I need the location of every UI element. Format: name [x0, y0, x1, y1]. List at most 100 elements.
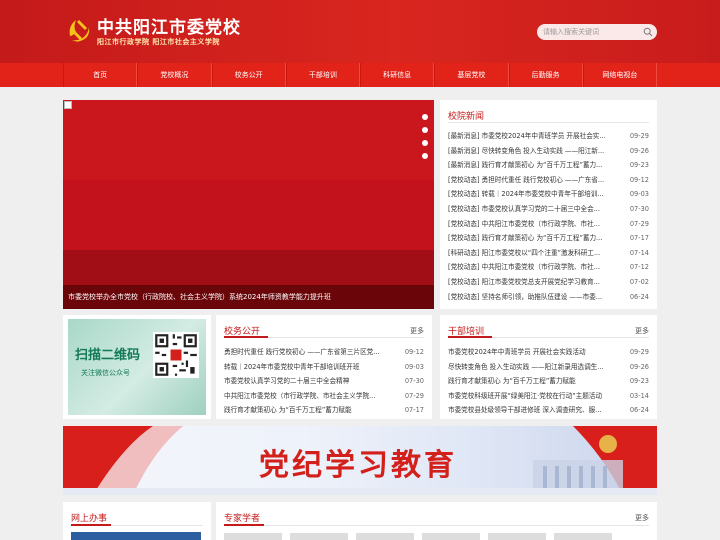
- training-item-title[interactable]: 市委党校科级班开展“绿美阳江·党校在行动”主题活动: [448, 389, 626, 404]
- nav-item-training[interactable]: 干部培训: [285, 63, 360, 87]
- nav-item-logistics[interactable]: 后勤服务: [508, 63, 583, 87]
- header: 中共阳江市委党校 阳江市行政学院 阳江市社会主义学院: [0, 0, 720, 63]
- list-item[interactable]: 市委党校县处级领导干部进修班 深入调查研究、服... 06-24: [448, 403, 649, 418]
- news-item-title[interactable]: [党校动态] 市委党校认真学习党的二十届三中全会...: [448, 202, 626, 217]
- list-item[interactable]: 践行育才献策初心 为“百千万工程”蓄力赋能 07-17: [224, 403, 424, 418]
- training-item-title[interactable]: 市委党校2024年中青班学员 开展社会实践活动: [448, 345, 626, 360]
- list-item[interactable]: [党校动态] 市委党校认真学习党的二十届三中全会... 07-30: [448, 202, 649, 217]
- search-icon[interactable]: [643, 27, 653, 37]
- list-item[interactable]: [党校动态] 中共阳江市委党校（市行政学院、市社... 07-12: [448, 260, 649, 275]
- expert-photo[interactable]: [224, 533, 282, 540]
- party-emblem-icon[interactable]: [62, 14, 94, 46]
- experts-panel: 专家学者 更多: [216, 502, 657, 540]
- list-item[interactable]: 中共阳江市委党校（市行政学院、市社会主义学院... 07-29: [224, 389, 424, 404]
- news-item-date: 07-12: [629, 263, 649, 272]
- news-item-title[interactable]: [党校动态] 勇担时代重任 践行党校初心 ——广东省...: [448, 173, 626, 188]
- news-list: [最新消息] 市委党校2024年中青班学员 开展社会实... 09-29 [最新消…: [448, 129, 649, 304]
- list-item[interactable]: [党校动态] 中共阳江市委党校（市行政学院、市社... 07-29: [448, 217, 649, 232]
- list-item[interactable]: 市委党校2024年中青班学员 开展社会实践活动 09-29: [448, 345, 649, 360]
- news-panel-title[interactable]: 校院新闻: [448, 109, 484, 122]
- divider: [224, 525, 649, 526]
- list-item[interactable]: 市委党校认真学习党的二十届三中全会精神 07-30: [224, 374, 424, 389]
- slider-dot[interactable]: [422, 127, 428, 133]
- site-subtitle: 阳江市行政学院 阳江市社会主义学院: [97, 38, 220, 46]
- news-slider[interactable]: 市委党校举办全市党校（行政院校、社会主义学院）系统2024年师资教学能力提升班: [63, 100, 434, 309]
- expert-photo[interactable]: [290, 533, 348, 540]
- broken-image-icon: [64, 101, 72, 109]
- nav-item-grassroots[interactable]: 基层党校: [434, 63, 509, 87]
- affairs-item-date: 09-12: [404, 348, 424, 356]
- affairs-item-title[interactable]: 勇担时代重任 践行党校初心 ——广东省第三片区党...: [224, 345, 401, 360]
- slider-dots: [422, 114, 430, 166]
- affairs-item-title[interactable]: 践行育才献策初心 为“百千万工程”蓄力赋能: [224, 403, 401, 418]
- news-item-title[interactable]: [党校动态] 坚持名师引领，助推队伍建设 ——市委...: [448, 290, 626, 305]
- slider-dot[interactable]: [422, 140, 428, 146]
- slider-caption[interactable]: 市委党校举办全市党校（行政院校、社会主义学院）系统2024年师资教学能力提升班: [68, 292, 331, 302]
- affairs-item-date: 07-29: [404, 391, 424, 400]
- expert-photo[interactable]: [554, 533, 612, 540]
- nav-item-tv[interactable]: 网络电视台: [582, 63, 657, 87]
- party-discipline-banner[interactable]: 党纪学习教育: [63, 426, 657, 495]
- training-item-title[interactable]: 市委党校县处级领导干部进修班 深入调查研究、服...: [448, 403, 626, 418]
- news-item-date: 07-17: [629, 234, 649, 243]
- list-item[interactable]: 市委党校科级班开展“绿美阳江·党校在行动”主题活动 03-14: [448, 389, 649, 404]
- slider-dot[interactable]: [422, 153, 428, 159]
- list-item[interactable]: [党校动态] 勇担时代重任 践行党校初心 ——广东省... 09-12: [448, 173, 649, 188]
- list-item[interactable]: 尽快转变角色 投入生动实践 ——阳江新录用选调生... 09-26: [448, 360, 649, 375]
- nav-item-home[interactable]: 首页: [63, 63, 138, 87]
- list-item[interactable]: 转载｜2024年市委党校中青年干部培训班开班 09-03: [224, 360, 424, 375]
- list-item[interactable]: [党校动态] 转载｜2024年市委党校中青年干部培训... 09-03: [448, 187, 649, 202]
- training-item-title[interactable]: 践行育才献策初心 为“百千万工程”蓄力赋能: [448, 374, 626, 389]
- training-item-date: 09-23: [629, 377, 649, 386]
- list-item[interactable]: [党校动态] 阳江市委党校党总支开展党纪学习教育... 07-02: [448, 275, 649, 290]
- news-item-date: 07-29: [629, 219, 649, 228]
- slider-image: [63, 100, 434, 309]
- expert-photo[interactable]: [488, 533, 546, 540]
- training-item-date: 06-24: [629, 406, 649, 415]
- news-panel: 校院新闻 [最新消息] 市委党校2024年中青班学员 开展社会实... 09-29…: [440, 100, 657, 309]
- news-item-title[interactable]: [党校动态] 践行育才献策初心 为“百千万工程”蓄力...: [448, 231, 626, 246]
- online-services-title[interactable]: 网上办事: [71, 511, 107, 524]
- expert-photo[interactable]: [422, 533, 480, 540]
- list-item[interactable]: 勇担时代重任 践行党校初心 ——广东省第三片区党... 09-12: [224, 345, 424, 360]
- training-item-date: 03-14: [629, 391, 649, 400]
- list-item[interactable]: [最新消息] 践行育才献策初心 为“百千万工程”蓄力... 09-23: [448, 158, 649, 173]
- training-panel: 干部培训 更多 市委党校2024年中青班学员 开展社会实践活动 09-29 尽快转…: [440, 315, 657, 419]
- expert-photo[interactable]: [356, 533, 414, 540]
- news-item-title[interactable]: [党校动态] 中共阳江市委党校（市行政学院、市社...: [448, 260, 626, 275]
- training-item-date: 09-26: [629, 362, 649, 371]
- news-item-title[interactable]: [最新消息] 尽快转变角色 投入生动实践 ——阳江新...: [448, 144, 626, 159]
- news-item-title[interactable]: [党校动态] 转载｜2024年市委党校中青年干部培训...: [448, 187, 626, 202]
- online-service-button[interactable]: [71, 532, 201, 540]
- site-title[interactable]: 中共阳江市委党校: [97, 13, 241, 38]
- main-nav: 首页 党校概况 校务公开 干部培训 科研信息 基层党校 后勤服务 网络电视台: [0, 63, 720, 87]
- list-item[interactable]: 践行育才献策初心 为“百千万工程”蓄力赋能 09-23: [448, 374, 649, 389]
- nav-item-research[interactable]: 科研信息: [360, 63, 435, 87]
- nav-item-affairs[interactable]: 校务公开: [211, 63, 286, 87]
- news-item-date: 09-12: [629, 175, 649, 184]
- affairs-item-title[interactable]: 中共阳江市委党校（市行政学院、市社会主义学院...: [224, 389, 401, 404]
- experts-title[interactable]: 专家学者: [224, 511, 260, 524]
- list-item[interactable]: [科研动态] 阳江市委党校以“四个注重”激发科研工... 07-14: [448, 246, 649, 261]
- affairs-item-title[interactable]: 市委党校认真学习党的二十届三中全会精神: [224, 374, 401, 389]
- search-input[interactable]: [537, 24, 641, 40]
- training-item-title[interactable]: 尽快转变角色 投入生动实践 ——阳江新录用选调生...: [448, 360, 626, 375]
- news-item-title[interactable]: [科研动态] 阳江市委党校以“四个注重”激发科研工...: [448, 246, 626, 261]
- news-item-title[interactable]: [党校动态] 中共阳江市委党校（市行政学院、市社...: [448, 217, 626, 232]
- news-item-date: 07-14: [629, 248, 649, 257]
- news-item-date: 07-02: [629, 277, 649, 286]
- news-item-title[interactable]: [最新消息] 市委党校2024年中青班学员 开展社会实...: [448, 129, 626, 144]
- slider-dot[interactable]: [422, 114, 428, 120]
- list-item[interactable]: [最新消息] 尽快转变角色 投入生动实践 ——阳江新... 09-26: [448, 144, 649, 159]
- list-item[interactable]: [党校动态] 坚持名师引领，助推队伍建设 ——市委... 06-24: [448, 290, 649, 305]
- list-item[interactable]: [党校动态] 践行育才献策初心 为“百千万工程”蓄力... 07-17: [448, 231, 649, 246]
- news-item-title[interactable]: [党校动态] 阳江市委党校党总支开展党纪学习教育...: [448, 275, 626, 290]
- training-more-link[interactable]: 更多: [635, 326, 649, 336]
- experts-more-link[interactable]: 更多: [635, 513, 649, 523]
- affairs-more-link[interactable]: 更多: [410, 326, 424, 336]
- affairs-item-date: 07-17: [404, 406, 424, 415]
- nav-item-overview[interactable]: 党校概况: [137, 63, 212, 87]
- news-item-title[interactable]: [最新消息] 践行育才献策初心 为“百千万工程”蓄力...: [448, 158, 626, 173]
- list-item[interactable]: [最新消息] 市委党校2024年中青班学员 开展社会实... 09-29: [448, 129, 649, 144]
- affairs-item-title[interactable]: 转载｜2024年市委党校中青年干部培训班开班: [224, 360, 401, 375]
